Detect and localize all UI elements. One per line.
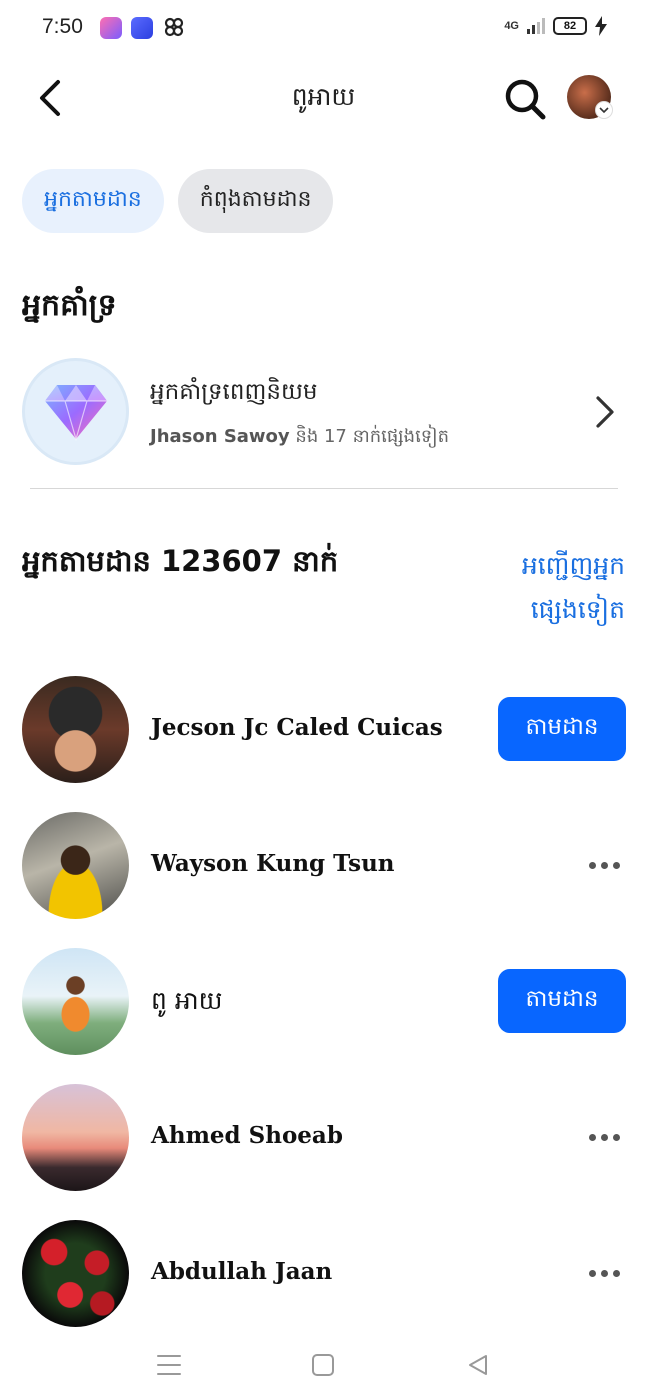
follower-name[interactable]: Jecson Jc Caled Cuicas [151, 714, 443, 741]
chevron-right-icon [596, 396, 614, 428]
avatar[interactable] [22, 1084, 129, 1191]
more-options-button[interactable] [584, 1258, 624, 1288]
home-square-icon [312, 1354, 334, 1376]
follow-button[interactable]: តាមដាន [498, 969, 626, 1033]
more-dots-icon [600, 1133, 608, 1141]
more-dots-icon [588, 1133, 596, 1141]
avatar[interactable] [22, 676, 129, 783]
more-options-button[interactable] [584, 1122, 624, 1152]
back-triangle-icon [469, 1355, 487, 1375]
tab-followers[interactable]: អ្នកតាមដាន [22, 169, 164, 233]
more-dots-icon [600, 1269, 608, 1277]
notification-app-icon-1 [100, 17, 122, 39]
top-supporters-title: អ្នកគាំទ្រពេញនិយម [150, 379, 318, 405]
followers-count-title: អ្នកតាមដាន 123607 នាក់ [22, 544, 339, 578]
avatar[interactable] [22, 948, 129, 1055]
battery-icon: 82 [553, 17, 587, 35]
supporter-count-text: និង 17 នាក់ផ្សេងទៀត [289, 426, 450, 447]
charging-icon [595, 16, 607, 36]
diamond-badge [22, 358, 129, 465]
more-dots-icon [612, 1133, 620, 1141]
follower-name[interactable]: Abdullah Jaan [151, 1258, 332, 1285]
followers-list: Jecson Jc Caled Cuicas តាមដាន Wayson Kun… [22, 676, 626, 1356]
notification-app-icon-3 [163, 16, 185, 38]
top-supporters-subtitle: Jhason Sawoy និង 17 នាក់ផ្សេងទៀត [150, 424, 449, 451]
system-navigation-bar [0, 1330, 647, 1400]
status-time: 7:50 [42, 15, 83, 38]
supporters-section-title: អ្នកគាំទ្រ [22, 288, 117, 323]
status-indicators: 4G 82 [504, 16, 607, 36]
list-item[interactable]: ពូ អាយ តាមដាន [22, 948, 626, 1084]
top-app-bar: ពូអាយ [0, 68, 647, 128]
chevron-down-icon [599, 107, 609, 114]
home-button[interactable] [305, 1347, 341, 1383]
list-item[interactable]: Jecson Jc Caled Cuicas តាមដាន [22, 676, 626, 812]
diamond-icon [44, 384, 107, 441]
status-bar: 7:50 4G 82 [0, 0, 647, 58]
tab-row: អ្នកតាមដាន កំពុងតាមដាន [22, 169, 334, 233]
profile-menu-chevron[interactable] [595, 101, 613, 119]
follower-name[interactable]: Wayson Kung Tsun [151, 850, 395, 877]
supporter-name: Jhason Sawoy [150, 426, 290, 447]
notification-app-icon-2 [131, 17, 153, 39]
system-back-button[interactable] [460, 1347, 496, 1383]
more-options-button[interactable] [584, 850, 624, 880]
search-icon [505, 79, 546, 120]
more-dots-icon [612, 1269, 620, 1277]
recent-apps-button[interactable] [151, 1347, 187, 1383]
section-divider [30, 488, 618, 489]
more-dots-icon [600, 861, 608, 869]
supporters-chevron [590, 390, 620, 434]
signal-icon [527, 18, 545, 34]
invite-link-line-2: ផ្សេងទៀត [530, 595, 625, 624]
follow-button[interactable]: តាមដាន [498, 697, 626, 761]
top-supporters-row[interactable]: អ្នកគាំទ្រពេញនិយម Jhason Sawoy និង 17 នា… [22, 358, 622, 466]
avatar[interactable] [22, 812, 129, 919]
invite-others-link[interactable]: អញ្ជើញអ្នក ផ្សេងទៀត [485, 544, 625, 632]
more-dots-icon [612, 861, 620, 869]
list-item[interactable]: Ahmed Shoeab [22, 1084, 626, 1220]
follower-name[interactable]: Ahmed Shoeab [151, 1122, 343, 1149]
search-button[interactable] [500, 74, 550, 124]
list-item[interactable]: Wayson Kung Tsun [22, 812, 626, 948]
avatar[interactable] [22, 1220, 129, 1327]
menu-icon [157, 1355, 181, 1375]
tab-following[interactable]: កំពុងតាមដាន [177, 169, 334, 233]
network-type: 4G [504, 20, 519, 32]
follower-name[interactable]: ពូ អាយ [151, 986, 222, 1022]
invite-link-line-1: អញ្ជើញអ្នក [521, 551, 625, 580]
more-dots-icon [588, 1269, 596, 1277]
more-dots-icon [588, 861, 596, 869]
